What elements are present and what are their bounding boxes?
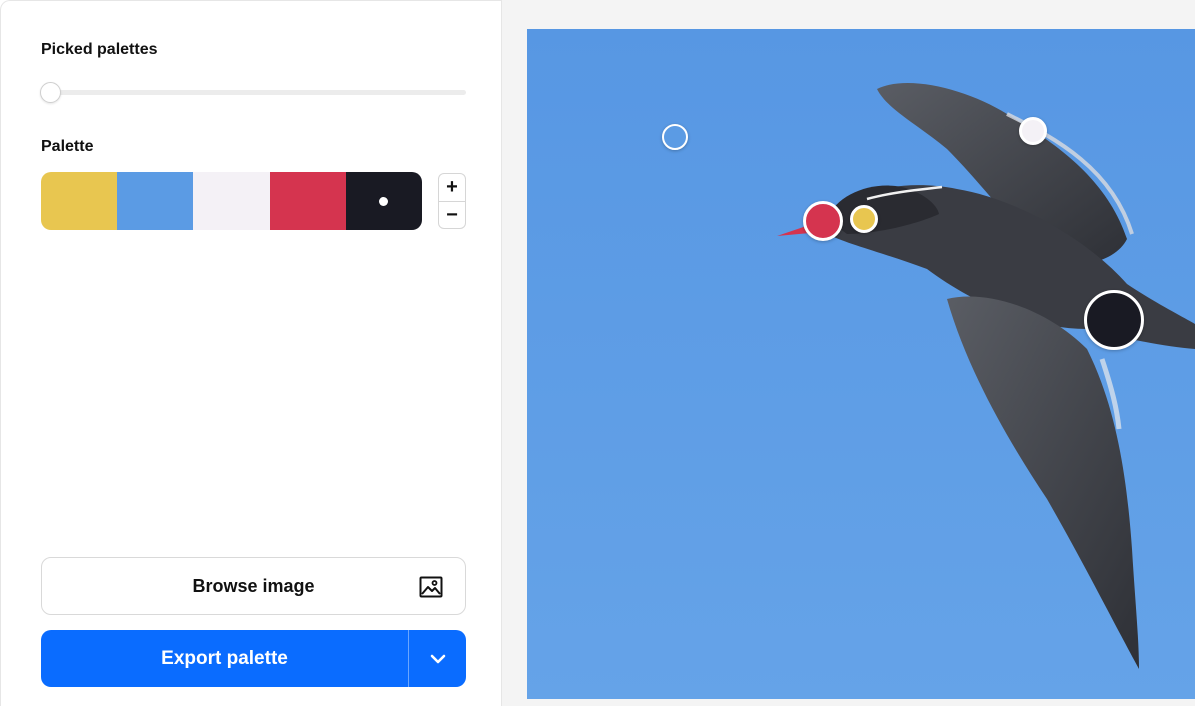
palette-swatches (41, 172, 422, 230)
color-picker-marker-blue[interactable] (662, 124, 688, 150)
export-palette-button[interactable]: Export palette (41, 630, 408, 687)
source-image[interactable] (527, 29, 1195, 699)
selected-swatch-indicator (379, 196, 389, 206)
swatch-dark[interactable] (345, 172, 422, 230)
export-options-button[interactable] (409, 630, 466, 687)
browse-image-button[interactable]: Browse image (41, 557, 466, 615)
export-button-group: Export palette (41, 630, 466, 687)
image-panel (502, 0, 1195, 706)
swatch-yellow[interactable] (41, 172, 118, 230)
bird-photo (527, 29, 1195, 699)
picked-palettes-slider-thumb[interactable] (40, 82, 61, 103)
picked-palettes-slider-track[interactable] (41, 90, 466, 95)
image-icon (419, 576, 443, 598)
color-picker-marker-yellow[interactable] (850, 205, 878, 233)
browse-image-label: Browse image (192, 575, 315, 596)
remove-color-button[interactable]: − (439, 200, 465, 229)
palette-size-stepper: + − (438, 173, 466, 229)
chevron-down-icon (430, 654, 445, 663)
sky-background (527, 29, 1195, 699)
picked-palettes-title: Picked palettes (41, 41, 158, 58)
sidebar-panel: Picked palettes Palette + − Browse image… (0, 0, 502, 706)
color-picker-marker-dark[interactable] (1084, 290, 1144, 350)
swatch-blue[interactable] (117, 172, 194, 230)
palette-title: Palette (41, 138, 94, 155)
color-picker-marker-red[interactable] (803, 201, 843, 241)
swatch-off-white[interactable] (193, 172, 270, 230)
swatch-red[interactable] (269, 172, 346, 230)
add-color-button[interactable]: + (439, 174, 465, 201)
color-picker-marker-white[interactable] (1019, 117, 1047, 145)
